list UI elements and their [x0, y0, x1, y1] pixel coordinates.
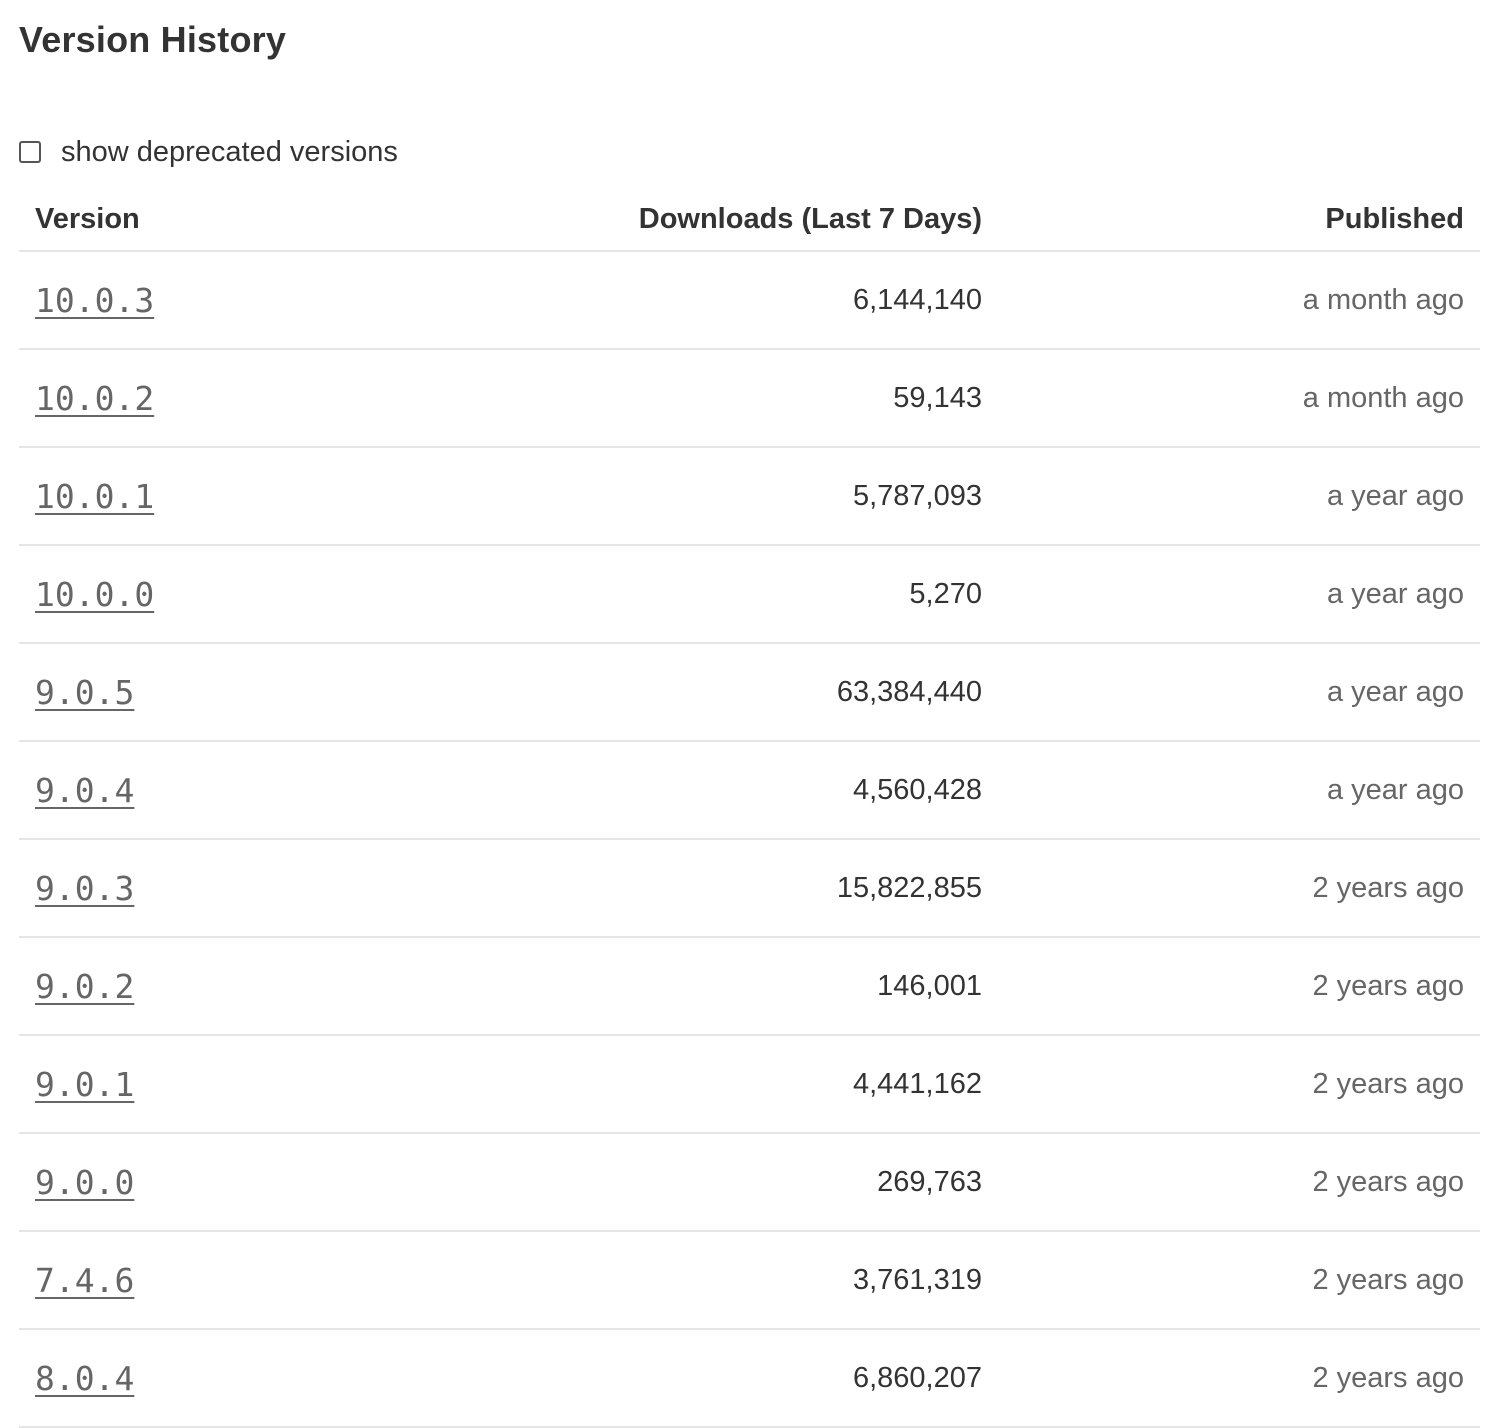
table-header: Version Downloads (Last 7 Days) Publishe… — [19, 188, 1480, 252]
version-link[interactable]: 8.0.4 — [35, 1359, 134, 1398]
version-link[interactable]: 9.0.1 — [35, 1065, 134, 1104]
show-deprecated-checkbox[interactable] — [19, 141, 41, 163]
published-time: a year ago — [1326, 577, 1464, 610]
published-time: a year ago — [1326, 675, 1464, 708]
section-title: Version History — [19, 19, 287, 60]
table-row: 9.0.3 15,822,855 2 years ago — [19, 840, 1480, 938]
downloads-count: 6,860,207 — [852, 1361, 982, 1394]
version-link[interactable]: 7.4.6 — [35, 1261, 134, 1300]
header-downloads: Downloads (Last 7 Days) — [638, 202, 982, 235]
downloads-count: 63,384,440 — [836, 675, 982, 708]
downloads-count: 59,143 — [893, 381, 982, 414]
downloads-count: 4,560,428 — [852, 773, 982, 806]
published-time: a year ago — [1326, 773, 1464, 806]
version-link[interactable]: 9.0.2 — [35, 967, 134, 1006]
table-row: 7.4.6 3,761,319 2 years ago — [19, 1232, 1480, 1330]
downloads-count: 146,001 — [877, 969, 982, 1002]
version-link[interactable]: 10.0.1 — [35, 477, 154, 516]
published-time: 2 years ago — [1312, 1361, 1464, 1394]
downloads-count: 6,144,140 — [852, 283, 982, 316]
downloads-count: 5,270 — [909, 577, 982, 610]
header-version: Version — [35, 202, 140, 235]
published-time: a year ago — [1326, 479, 1464, 512]
table-row: 9.0.0 269,763 2 years ago — [19, 1134, 1480, 1232]
published-time: 2 years ago — [1312, 871, 1464, 904]
table-row: 9.0.1 4,441,162 2 years ago — [19, 1036, 1480, 1134]
table-row: 9.0.5 63,384,440 a year ago — [19, 644, 1480, 742]
version-link[interactable]: 9.0.4 — [35, 771, 134, 810]
header-published: Published — [1325, 202, 1464, 235]
downloads-count: 3,761,319 — [852, 1263, 982, 1296]
version-link[interactable]: 10.0.2 — [35, 379, 154, 418]
table-row: 9.0.2 146,001 2 years ago — [19, 938, 1480, 1036]
downloads-count: 5,787,093 — [852, 479, 982, 512]
show-deprecated-toggle[interactable]: show deprecated versions — [19, 130, 398, 174]
table-row: 9.0.4 4,560,428 a year ago — [19, 742, 1480, 840]
downloads-count: 15,822,855 — [836, 871, 982, 904]
downloads-count: 4,441,162 — [852, 1067, 982, 1100]
published-time: a month ago — [1302, 381, 1464, 414]
published-time: a month ago — [1302, 283, 1464, 316]
published-time: 2 years ago — [1312, 1263, 1464, 1296]
version-link[interactable]: 10.0.3 — [35, 281, 154, 320]
published-time: 2 years ago — [1312, 1067, 1464, 1100]
version-link[interactable]: 9.0.5 — [35, 673, 134, 712]
table-row: 10.0.1 5,787,093 a year ago — [19, 448, 1480, 546]
table-row: 8.0.4 6,860,207 2 years ago — [19, 1330, 1480, 1428]
version-table: Version Downloads (Last 7 Days) Publishe… — [19, 188, 1480, 1428]
table-row: 10.0.2 59,143 a month ago — [19, 350, 1480, 448]
version-link[interactable]: 9.0.3 — [35, 869, 134, 908]
show-deprecated-label: show deprecated versions — [61, 135, 398, 168]
table-row: 10.0.3 6,144,140 a month ago — [19, 252, 1480, 350]
downloads-count: 269,763 — [877, 1165, 982, 1198]
version-link[interactable]: 10.0.0 — [35, 575, 154, 614]
published-time: 2 years ago — [1312, 1165, 1464, 1198]
published-time: 2 years ago — [1312, 969, 1464, 1002]
version-link[interactable]: 9.0.0 — [35, 1163, 134, 1202]
table-row: 10.0.0 5,270 a year ago — [19, 546, 1480, 644]
